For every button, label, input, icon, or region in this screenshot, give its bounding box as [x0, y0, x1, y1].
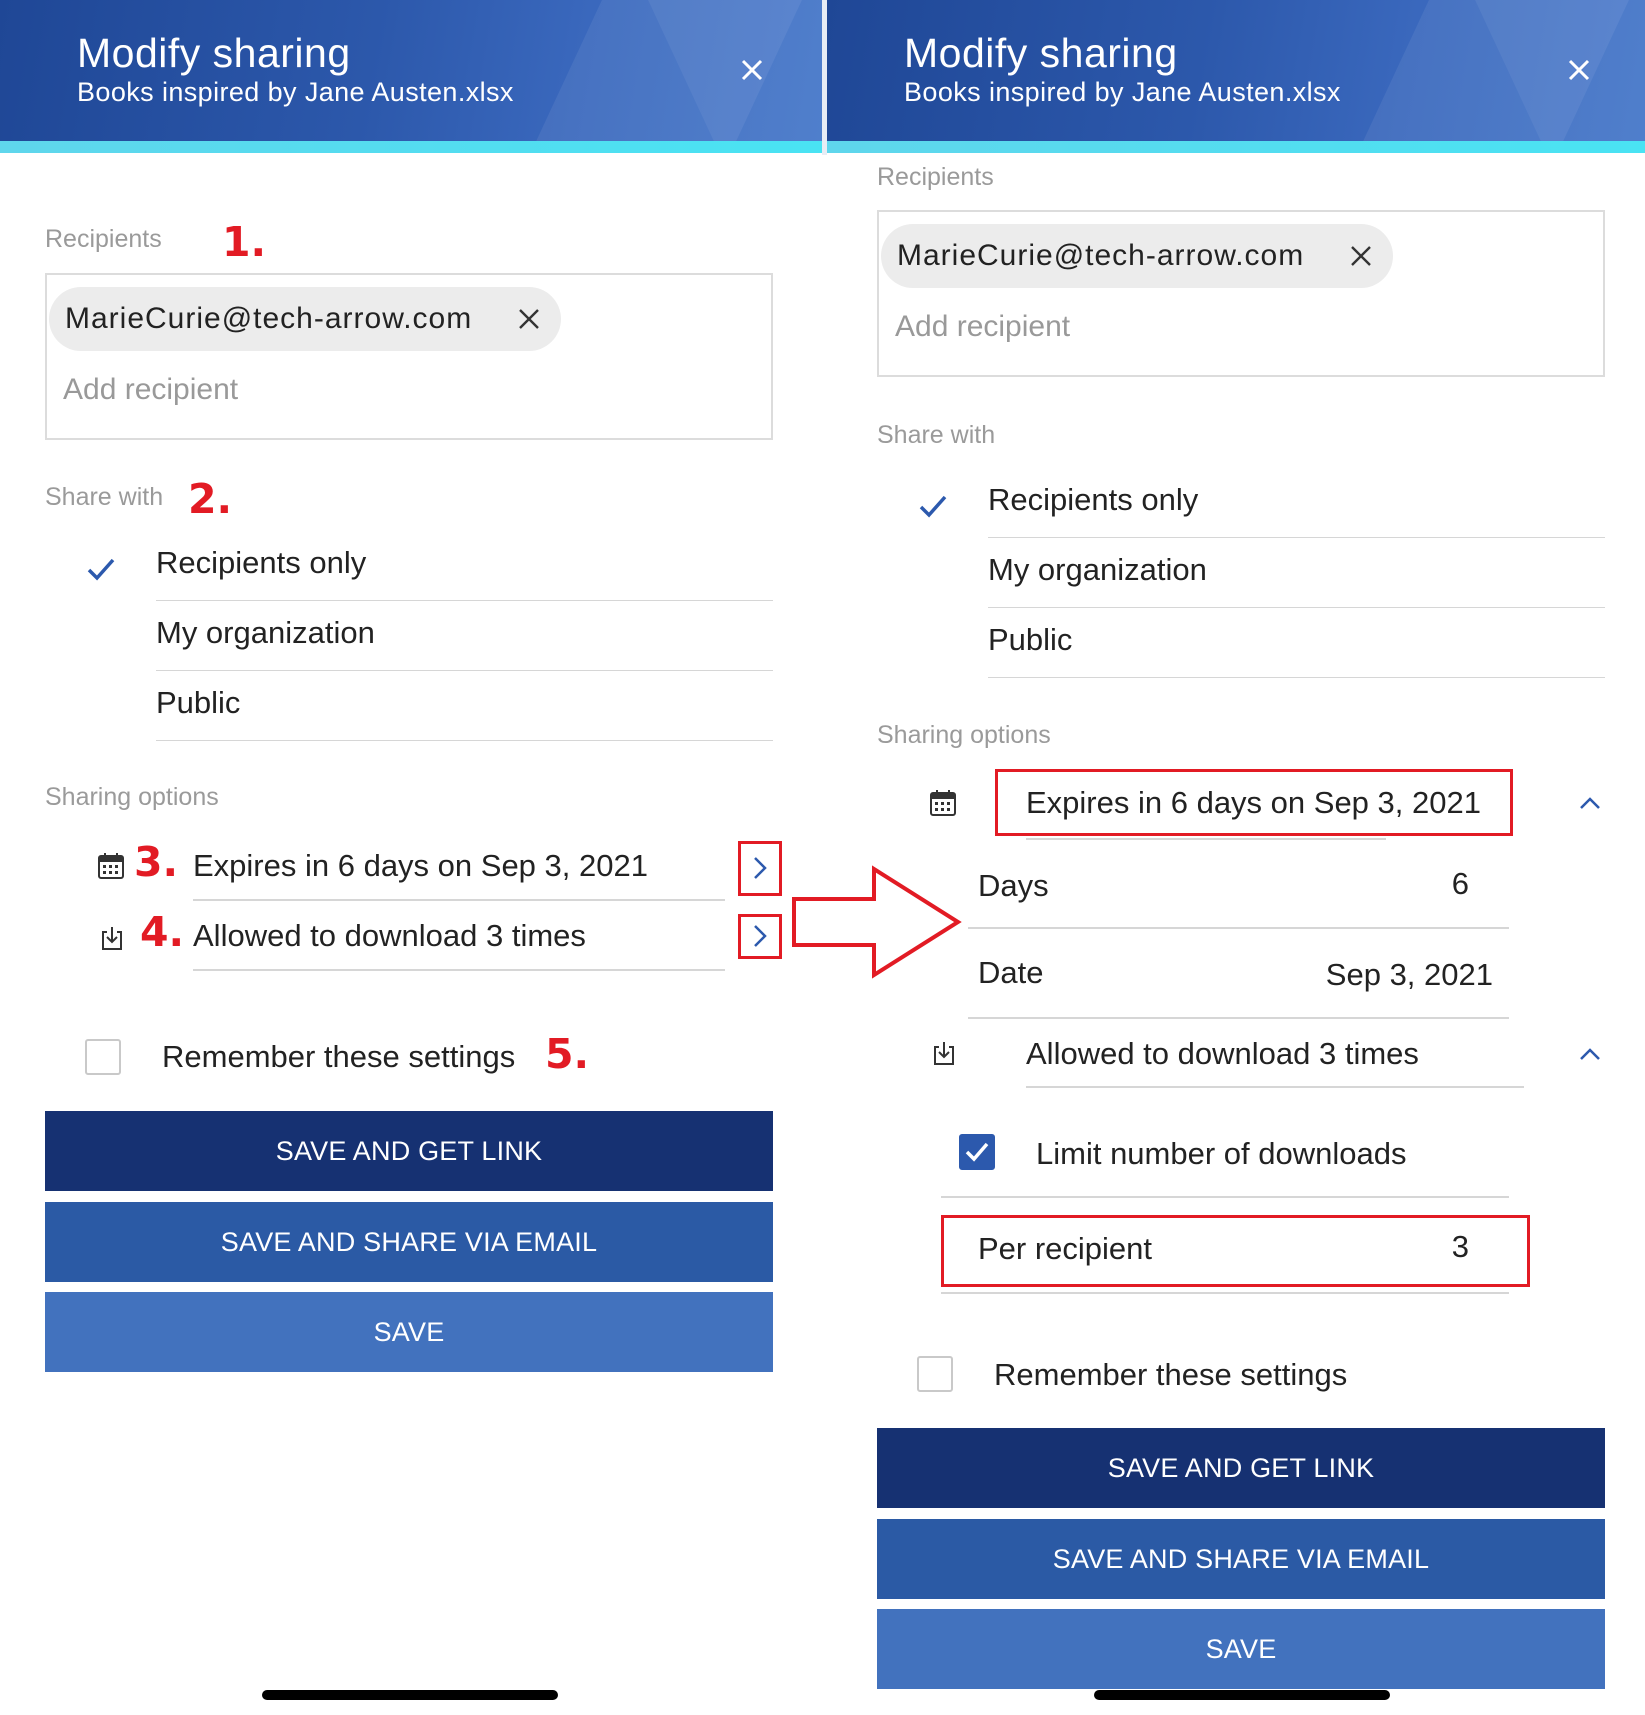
divider	[941, 1292, 1509, 1294]
download-icon	[934, 1042, 954, 1065]
dialog-title: Modify sharing	[904, 30, 1178, 76]
recipient-chip: MarieCurie@tech-arrow.com	[881, 224, 1393, 288]
annotation-5: 5.	[545, 1030, 590, 1078]
close-icon[interactable]	[732, 50, 772, 90]
check-icon	[919, 495, 947, 518]
save-button[interactable]: SAVE	[877, 1609, 1605, 1689]
home-indicator	[1094, 1690, 1390, 1700]
expiry-option[interactable]: Expires in 6 days on Sep 3, 2021	[1026, 785, 1481, 821]
option-label: My organization	[988, 552, 1207, 587]
annotation-4: 4.	[140, 908, 185, 956]
calendar-icon	[930, 790, 956, 816]
header-accent-stripe	[827, 141, 1645, 153]
save-and-share-email-button[interactable]: SAVE AND SHARE VIA EMAIL	[877, 1519, 1605, 1599]
remember-settings-checkbox[interactable]	[85, 1039, 121, 1075]
close-icon[interactable]	[1559, 50, 1599, 90]
share-with-label: Share with	[877, 421, 996, 449]
download-option[interactable]: Allowed to download 3 times	[1026, 1036, 1419, 1072]
share-with-label: Share with	[45, 483, 164, 511]
option-label: My organization	[156, 615, 375, 650]
file-name: Books inspired by Jane Austen.xlsx	[77, 77, 514, 107]
download-icon	[102, 927, 122, 950]
check-icon	[965, 1142, 989, 1162]
remember-settings-checkbox[interactable]	[917, 1356, 953, 1392]
days-value[interactable]: 6	[1367, 866, 1469, 902]
annotation-3: 3.	[134, 838, 179, 886]
check-icon	[87, 558, 115, 581]
divider	[968, 927, 1509, 929]
option-label: Recipients only	[156, 545, 367, 580]
annotation-1: 1.	[222, 218, 267, 266]
divider	[968, 1017, 1509, 1019]
chevron-right-icon[interactable]	[749, 854, 771, 882]
annotation-2: 2.	[188, 475, 233, 523]
option-label: Public	[156, 685, 241, 720]
header-accent-stripe	[0, 141, 822, 153]
sharing-options-label: Sharing options	[45, 783, 219, 811]
save-and-get-link-button[interactable]: SAVE AND GET LINK	[877, 1428, 1605, 1508]
download-option[interactable]: Allowed to download 3 times	[193, 918, 586, 954]
option-label: Public	[988, 622, 1073, 657]
limit-downloads-checkbox[interactable]	[959, 1134, 995, 1170]
recipient-email: MarieCurie@tech-arrow.com	[65, 302, 473, 335]
chevron-right-icon[interactable]	[749, 922, 771, 950]
right-screen: Modify sharing Books inspired by Jane Au…	[827, 0, 1645, 1715]
divider	[941, 1196, 1509, 1198]
recipient-email: MarieCurie@tech-arrow.com	[897, 239, 1305, 272]
dialog-header: Modify sharing Books inspired by Jane Au…	[827, 0, 1645, 141]
per-recipient-value[interactable]: 3	[1417, 1229, 1469, 1265]
option-recipients-only[interactable]: Recipients only	[988, 468, 1605, 538]
recipients-label: Recipients	[45, 225, 162, 253]
dialog-title: Modify sharing	[77, 30, 351, 76]
remove-chip-icon[interactable]	[517, 307, 541, 331]
chevron-up-icon[interactable]	[1577, 794, 1603, 812]
recipients-box[interactable]: MarieCurie@tech-arrow.com Add recipient	[45, 273, 773, 440]
divider	[1026, 838, 1386, 840]
option-public[interactable]: Public	[156, 671, 773, 741]
date-value[interactable]: Sep 3, 2021	[1267, 957, 1493, 993]
left-screen: Modify sharing Books inspired by Jane Au…	[0, 0, 822, 1715]
days-label: Days	[978, 868, 1049, 903]
recipients-box[interactable]: MarieCurie@tech-arrow.com Add recipient	[877, 210, 1605, 377]
dialog-header: Modify sharing Books inspired by Jane Au…	[0, 0, 822, 141]
calendar-icon	[98, 853, 124, 879]
option-public[interactable]: Public	[988, 608, 1605, 678]
option-my-organization[interactable]: My organization	[156, 601, 773, 671]
option-my-organization[interactable]: My organization	[988, 538, 1605, 608]
remember-settings-label: Remember these settings	[994, 1357, 1348, 1392]
save-and-get-link-button[interactable]: SAVE AND GET LINK	[45, 1111, 773, 1191]
divider	[1026, 1086, 1524, 1088]
recipient-chip: MarieCurie@tech-arrow.com	[49, 287, 561, 351]
option-recipients-only[interactable]: Recipients only	[156, 531, 773, 601]
recipients-label: Recipients	[877, 163, 994, 191]
file-name: Books inspired by Jane Austen.xlsx	[904, 77, 1341, 107]
save-and-share-email-button[interactable]: SAVE AND SHARE VIA EMAIL	[45, 1202, 773, 1282]
chevron-up-icon[interactable]	[1577, 1045, 1603, 1063]
divider	[193, 969, 725, 971]
add-recipient-input[interactable]: Add recipient	[895, 310, 1070, 344]
save-button[interactable]: SAVE	[45, 1292, 773, 1372]
home-indicator	[262, 1690, 558, 1700]
option-label: Recipients only	[988, 482, 1199, 517]
expiry-option[interactable]: Expires in 6 days on Sep 3, 2021	[193, 848, 648, 884]
divider	[193, 899, 725, 901]
limit-downloads-label: Limit number of downloads	[1036, 1136, 1407, 1171]
add-recipient-input[interactable]: Add recipient	[63, 373, 238, 407]
sharing-options-label: Sharing options	[877, 721, 1051, 749]
date-label: Date	[978, 955, 1044, 990]
remember-settings-label: Remember these settings	[162, 1039, 516, 1074]
per-recipient-label: Per recipient	[978, 1231, 1153, 1266]
remove-chip-icon[interactable]	[1349, 244, 1373, 268]
arrow-icon	[792, 865, 962, 979]
